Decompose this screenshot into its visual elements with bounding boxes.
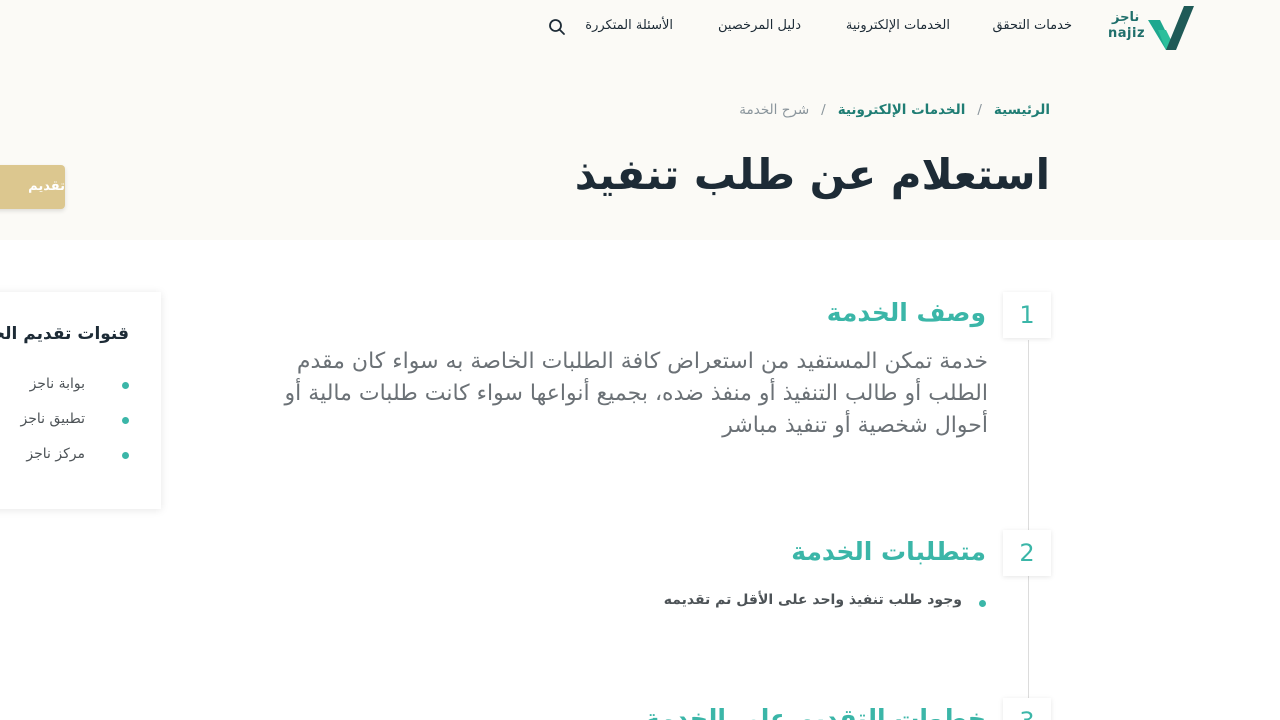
- breadcrumb-home[interactable]: الرئيسية: [994, 102, 1050, 118]
- step-title-requirements: متطلبات الخدمة: [791, 537, 986, 566]
- najiz-logo[interactable]: ناجز najiz: [1106, 4, 1196, 52]
- breadcrumb-separator: /: [821, 102, 826, 118]
- channel-item-najiz-app[interactable]: تطبيق ناجز: [21, 411, 86, 427]
- step-title-description: وصف الخدمة: [826, 298, 986, 327]
- step-title-apply-steps: خطوات التقديم على الخدمة: [644, 704, 986, 720]
- channel-item-najiz-portal[interactable]: بوابة ناجز: [30, 376, 85, 392]
- bullet-dot: [122, 452, 129, 459]
- breadcrumb-separator: /: [977, 102, 982, 118]
- logo-text-ar: ناجز: [1112, 10, 1140, 25]
- top-navbar: ناجز najiz خدمات التحقق الخدمات الإلكترو…: [0, 0, 1280, 56]
- step-number-1: 1: [1003, 292, 1051, 338]
- step-number-2: 2: [1003, 530, 1051, 576]
- breadcrumb-electronic-services[interactable]: الخدمات الإلكترونية: [838, 102, 966, 118]
- channel-item-najiz-center[interactable]: مركز ناجز: [26, 446, 85, 462]
- nav-faq[interactable]: الأسئلة المتكررة: [585, 18, 673, 33]
- channels-card: قنوات تقديم الخدمة بوابة ناجز تطبيق ناجز…: [0, 292, 161, 509]
- nav-electronic-services[interactable]: الخدمات الإلكترونية: [846, 18, 950, 33]
- bullet-dot: [979, 600, 986, 607]
- service-description-text: خدمة تمكن المستفيد من استعراض كافة الطلب…: [284, 349, 988, 438]
- breadcrumb-current: شرح الخدمة: [739, 102, 810, 118]
- search-icon[interactable]: [548, 18, 566, 36]
- page-hero: الرئيسية/الخدمات الإلكترونية/شرح الخدمة …: [0, 56, 1280, 240]
- step-number-3: 3: [1003, 698, 1051, 720]
- bullet-dot: [122, 417, 129, 424]
- logo-text-en: najiz: [1108, 26, 1146, 41]
- channels-title: قنوات تقديم الخدمة: [0, 324, 129, 344]
- apply-service-button[interactable]: تقديم: [0, 165, 65, 209]
- nav-verification-services[interactable]: خدمات التحقق: [993, 18, 1072, 33]
- apply-service-button-label: تقديم: [28, 179, 65, 194]
- requirement-item: وجود طلب تنفيذ واحد على الأقل تم تقديمه: [663, 592, 962, 608]
- bullet-dot: [122, 382, 129, 389]
- checkmark-logo-icon: [1148, 6, 1194, 50]
- nav-licensees-guide[interactable]: دليل المرخصين: [718, 18, 801, 33]
- page-title: استعلام عن طلب تنفيذ: [574, 150, 1050, 199]
- breadcrumb: الرئيسية / الخدمات الإلكترونية / شرح الخدمة: [739, 102, 1050, 118]
